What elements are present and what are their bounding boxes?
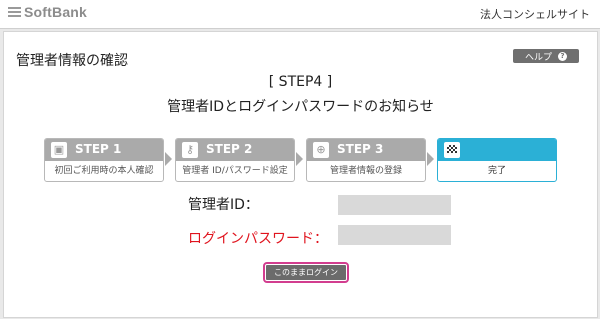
step-complete-caption: 完了 bbox=[487, 166, 506, 176]
step-1-label: STEP 1 bbox=[75, 142, 122, 156]
site-name: 法人コンシェルサイト bbox=[480, 8, 590, 21]
user-card-icon: ▣ bbox=[51, 142, 67, 158]
logo-bars-icon bbox=[8, 5, 21, 19]
step-1: ▣ STEP 1 初回ご利用時の本人確認 bbox=[44, 138, 164, 182]
help-icon: ? bbox=[558, 51, 567, 61]
password-label: ログインパスワード： bbox=[188, 231, 328, 247]
help-button[interactable]: ヘルプ ? bbox=[513, 49, 579, 63]
step-2: ⚷ STEP 2 管理者 ID/パスワード設定 bbox=[175, 138, 295, 182]
step-2-label: STEP 2 bbox=[206, 142, 253, 156]
step-progress: ▣ STEP 1 初回ご利用時の本人確認 ⚷ STEP 2 管理者 ID/パスワ… bbox=[44, 138, 557, 182]
step-1-caption: 初回ご利用時の本人確認 bbox=[54, 166, 154, 176]
admin-id-value bbox=[338, 195, 451, 215]
step-3-caption: 管理者情報の登録 bbox=[329, 166, 402, 176]
user-add-icon: ⊕ bbox=[313, 142, 329, 158]
softbank-logo[interactable]: SoftBank bbox=[8, 4, 87, 20]
step-3: ⊕ STEP 3 管理者情報の登録 bbox=[306, 138, 426, 182]
login-button[interactable]: このままログイン bbox=[263, 262, 349, 283]
step-complete: 完了 bbox=[437, 138, 557, 182]
password-value bbox=[338, 225, 451, 245]
step-arrow-1 bbox=[165, 152, 172, 166]
top-bar: SoftBank 法人コンシェルサイト bbox=[0, 0, 600, 29]
key-icon: ⚷ bbox=[182, 142, 198, 158]
admin-id-label: 管理者ID： bbox=[188, 197, 259, 213]
help-label: ヘルプ bbox=[524, 52, 552, 63]
step-arrow-2 bbox=[296, 152, 303, 166]
step-2-caption: 管理者 ID/パスワード設定 bbox=[182, 166, 288, 176]
step-arrow-3 bbox=[427, 152, 434, 166]
logo-text: SoftBank bbox=[24, 4, 88, 20]
step-3-label: STEP 3 bbox=[337, 142, 384, 156]
step-heading: [ STEP4 ] bbox=[268, 74, 333, 90]
checkered-flag-icon bbox=[444, 142, 460, 158]
page-title: 管理者情報の確認 bbox=[16, 53, 128, 69]
step-subtitle: 管理者IDとログインパスワードのお知らせ bbox=[167, 99, 434, 115]
content-panel: 管理者情報の確認 ヘルプ ? [ STEP4 ] 管理者IDとログインパスワード… bbox=[3, 31, 598, 318]
